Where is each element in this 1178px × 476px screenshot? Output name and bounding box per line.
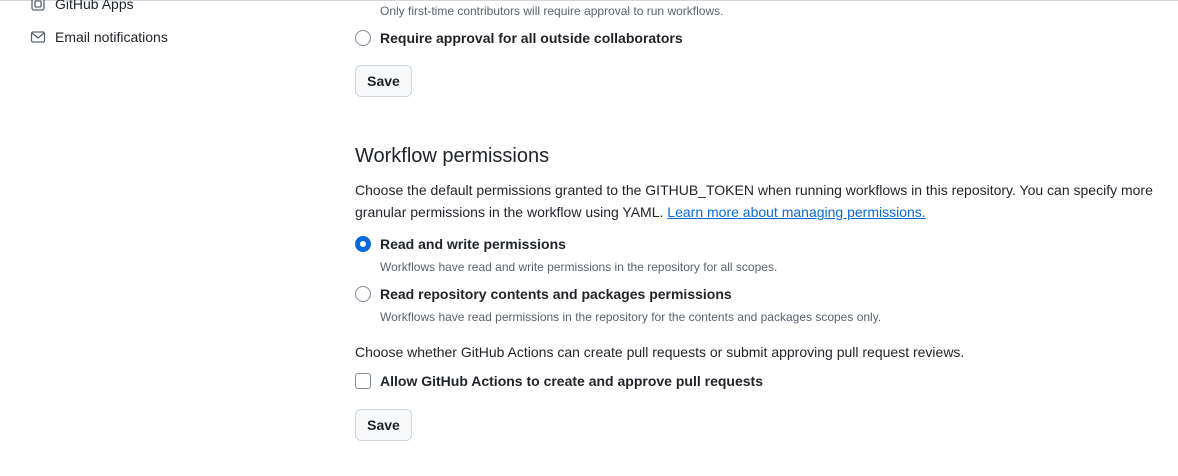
checkbox-allow-actions-create-prs[interactable]: Allow GitHub Actions to create and appro… — [355, 373, 763, 389]
radio-require-approval-all-outside[interactable]: Require approval for all outside collabo… — [355, 30, 683, 46]
checkbox[interactable] — [355, 373, 371, 389]
sidebar-item-label: GitHub Apps — [55, 0, 134, 12]
option-label: Require approval for all outside collabo… — [380, 30, 683, 46]
learn-more-link[interactable]: Learn more about managing permissions. — [667, 204, 925, 220]
top-divider — [0, 0, 1178, 1]
radio-button[interactable] — [355, 30, 371, 46]
pr-question: Choose whether GitHub Actions can create… — [355, 344, 965, 360]
sidebar-item-label: Email notifications — [55, 29, 168, 45]
option-label: Read repository contents and packages pe… — [380, 286, 732, 302]
section-title: Workflow permissions — [355, 145, 550, 167]
option-note: Workflows have read permissions in the r… — [380, 310, 882, 324]
option-label: Read and write permissions — [380, 236, 566, 252]
section-description: Choose the default permissions granted t… — [355, 179, 1155, 223]
save-button[interactable]: Save — [355, 409, 412, 441]
checkbox-label: Allow GitHub Actions to create and appro… — [380, 373, 763, 389]
save-button[interactable]: Save — [355, 65, 412, 97]
radio-read-write-permissions[interactable]: Read and write permissions — [355, 236, 566, 252]
radio-button-checked[interactable] — [355, 236, 371, 252]
apps-icon — [31, 0, 45, 11]
sidebar-item-email-notifications[interactable]: Email notifications — [30, 29, 168, 45]
radio-read-contents-permissions[interactable]: Read repository contents and packages pe… — [355, 286, 732, 302]
option-note: Workflows have read and write permission… — [380, 260, 778, 274]
radio-button[interactable] — [355, 286, 371, 302]
mail-icon — [30, 31, 46, 43]
option-note: Only first-time contributors will requir… — [380, 4, 724, 18]
sidebar-item-github-apps[interactable]: GitHub Apps — [30, 0, 134, 12]
